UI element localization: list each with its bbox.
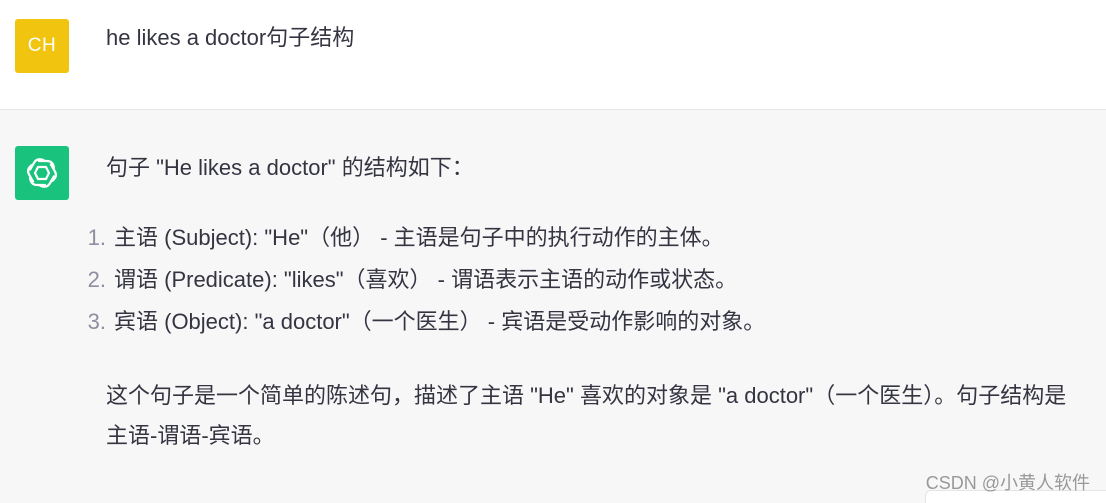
list-item-number: 1.	[87, 225, 106, 250]
structure-points-list: 1. 主语 (Subject): "He"（他） - 主语是句子中的执行动作的主体…	[80, 222, 766, 348]
list-item: 2. 谓语 (Predicate): "likes"（喜欢） - 谓语表示主语的动…	[80, 264, 765, 306]
list-item-text: 主语 (Subject): "He"（他） - 主语是句子中的执行动作的主体。	[114, 225, 724, 250]
assistant-intro-text: 句子 "He likes a doctor" 的结构如下：	[106, 155, 474, 180]
list-item-text: 谓语 (Predicate): "likes"（喜欢） - 谓语表示主语的动作或…	[114, 267, 738, 292]
user-avatar: CH	[15, 19, 69, 73]
user-message-text: he likes a doctor句子结构	[106, 25, 355, 50]
list-item-number: 3.	[87, 309, 106, 334]
watermark-text: CSDN @小黄人软件	[925, 473, 1090, 493]
openai-logo-icon	[26, 158, 58, 188]
assistant-summary-text: 这个句子是一个简单的陈述句，描述了主语 "He" 喜欢的对象是 "a docto…	[106, 383, 1067, 448]
list-item: 3. 宾语 (Object): "a doctor"（一个医生） - 宾语是受动作…	[80, 306, 766, 348]
user-message-row: CH he likes a doctor句子结构	[0, 0, 1106, 110]
assistant-message-row: 句子 "He likes a doctor" 的结构如下： 1. 主语 (Subj…	[0, 110, 1106, 503]
assistant-avatar	[15, 146, 69, 200]
list-item-text: 宾语 (Object): "a doctor"（一个医生） - 宾语是受动作影响…	[114, 309, 766, 334]
list-item: 1. 主语 (Subject): "He"（他） - 主语是句子中的执行动作的主体…	[80, 222, 765, 264]
list-item-number: 2.	[87, 267, 106, 292]
